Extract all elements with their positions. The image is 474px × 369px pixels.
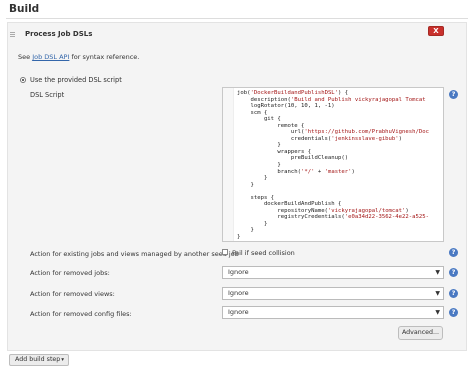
removed-config-files-help-icon[interactable]: ?: [449, 308, 458, 317]
add-build-step-button[interactable]: Add build step ▾: [9, 354, 69, 366]
use-provided-dsl-label: Use the provided DSL script: [30, 76, 122, 84]
use-provided-dsl-radio-row[interactable]: Use the provided DSL script: [20, 76, 122, 84]
step-title: Process Job DSLs: [25, 30, 93, 38]
removed-views-label: Action for removed views:: [30, 290, 115, 298]
use-provided-dsl-radio[interactable]: [20, 77, 26, 83]
removed-config-files-select[interactable]: Ignore ▼: [222, 306, 444, 319]
removed-jobs-help-icon[interactable]: ?: [449, 268, 458, 277]
removed-jobs-label: Action for removed jobs:: [30, 269, 110, 277]
removed-views-select[interactable]: Ignore ▼: [222, 287, 444, 300]
section-title: Build: [9, 3, 40, 15]
delete-step-button[interactable]: X: [428, 26, 444, 36]
section-divider: [6, 18, 468, 19]
removed-views-value: Ignore: [228, 289, 249, 297]
removed-jobs-value: Ignore: [228, 268, 249, 276]
see-suffix: for syntax reference.: [69, 53, 140, 61]
removed-config-files-label: Action for removed config files:: [30, 310, 132, 318]
removed-jobs-select[interactable]: Ignore ▼: [222, 266, 444, 279]
editor-gutter: [223, 88, 234, 241]
dropdown-arrow-icon: ▼: [435, 269, 440, 276]
drag-handle-icon[interactable]: [10, 32, 15, 38]
dsl-script-label: DSL Script: [30, 91, 65, 99]
dsl-script-editor[interactable]: job('DockerBuildandPublishDSL') { descri…: [222, 87, 444, 242]
removed-views-help-icon[interactable]: ?: [449, 289, 458, 298]
existing-jobs-help-icon[interactable]: ?: [449, 248, 458, 257]
dsl-script-help-icon[interactable]: ?: [449, 90, 458, 99]
add-build-step-label: Add build step: [15, 356, 61, 363]
syntax-reference-text: See Job DSL API for syntax reference.: [18, 53, 139, 61]
existing-jobs-label: Action for existing jobs and views manag…: [30, 250, 239, 258]
dropdown-arrow-icon: ▼: [435, 309, 440, 316]
advanced-button[interactable]: Advanced...: [398, 326, 443, 340]
see-prefix: See: [18, 53, 33, 61]
job-dsl-api-link[interactable]: Job DSL API: [32, 53, 69, 61]
fail-if-seed-collision-checkbox[interactable]: [222, 249, 228, 255]
removed-config-files-value: Ignore: [228, 308, 249, 316]
dsl-script-code[interactable]: job('DockerBuildandPublishDSL') { descri…: [237, 90, 429, 241]
caret-down-icon: ▾: [61, 357, 64, 363]
dropdown-arrow-icon: ▼: [435, 290, 440, 297]
fail-if-seed-collision-label: Fail if seed collision: [232, 249, 295, 257]
